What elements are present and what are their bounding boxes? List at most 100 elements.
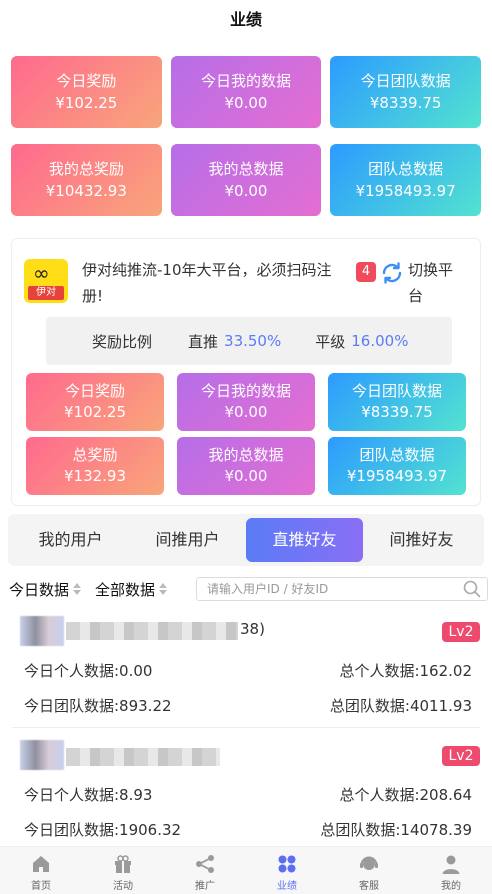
card-my-total-data[interactable]: 我的总数据 ¥0.00 (170, 144, 322, 216)
platform-card-my-total-data[interactable]: 我的总数据 ¥0.00 (177, 437, 315, 495)
card-value: ¥0.00 (224, 94, 268, 112)
personal-data-row: 今日个人数据:8.93 总个人数据:208.64 (24, 784, 472, 805)
page-title: 业绩 (229, 10, 262, 29)
user-card[interactable]: 38) Lv2 今日个人数据:0.00 总个人数据:162.02 今日团队数据:… (12, 614, 480, 728)
platform-card-total-reward[interactable]: 总奖励 ¥132.93 (26, 437, 164, 495)
nav-label: 业绩 (277, 881, 297, 892)
card-value: ¥132.93 (63, 467, 127, 485)
card-value: ¥1958493.97 (355, 182, 456, 200)
today-data-sort[interactable]: 今日数据 (9, 579, 82, 600)
filter-bar: 今日数据 全部数据 (0, 576, 492, 602)
home-icon (33, 856, 49, 872)
tab-indirect-users[interactable]: 间推用户 (129, 518, 246, 562)
personal-data-row: 今日个人数据:0.00 总个人数据:162.02 (24, 660, 472, 681)
search-box (196, 577, 488, 601)
nav-label: 我的 (441, 881, 461, 892)
user-id-suffix: 38) (240, 620, 265, 638)
tab-my-users[interactable]: 我的用户 (12, 518, 129, 562)
gift-icon (115, 855, 131, 873)
card-team-total-data[interactable]: 团队总数据 ¥1958493.97 (330, 144, 481, 216)
card-value: ¥102.25 (55, 94, 118, 112)
nav-label: 活动 (113, 881, 133, 892)
sort-icon (159, 583, 168, 595)
platform-panel: ∞ 伊对 伊对纯推流-10年大平台，必须扫码注册! 4 切换平台 奖励比例 直推… (11, 238, 481, 506)
performance-page: 业绩 今日奖励 ¥102.25 今日我的数据 ¥0.00 今日团队数据 ¥833… (0, 0, 492, 894)
nav-performance[interactable]: 业绩 (246, 847, 328, 894)
level-badge: Lv2 (442, 622, 480, 642)
nav-promotion[interactable]: 推广 (164, 847, 246, 894)
ratio-label: 奖励比例 (92, 332, 153, 351)
filter-label: 今日数据 (9, 580, 70, 599)
card-value: ¥102.25 (63, 403, 127, 421)
card-value: ¥0.00 (224, 403, 268, 421)
switch-platform-button[interactable]: 切换平台 (408, 257, 456, 309)
card-title: 今日奖励 (64, 382, 125, 400)
card-title: 我的总数据 (208, 446, 284, 464)
avatar (20, 616, 64, 646)
search-icon[interactable] (463, 580, 481, 598)
today-personal-data: 今日个人数据:8.93 (24, 786, 153, 804)
performance-icon (278, 855, 296, 873)
summary-cards: 今日奖励 ¥102.25 今日我的数据 ¥0.00 今日团队数据 ¥8339.7… (0, 44, 492, 216)
card-value: ¥1958493.97 (346, 467, 448, 485)
platform-logo: ∞ 伊对 (24, 259, 68, 303)
level-badge: Lv2 (442, 746, 480, 766)
platform-card-team-total-data[interactable]: 团队总数据 ¥1958493.97 (328, 437, 466, 495)
card-today-my-data[interactable]: 今日我的数据 ¥0.00 (170, 56, 322, 128)
card-title: 今日奖励 (56, 72, 117, 90)
nav-label: 推广 (195, 881, 215, 892)
card-value: ¥10432.93 (45, 182, 127, 200)
platform-card-today-team-data[interactable]: 今日团队数据 ¥8339.75 (328, 373, 466, 431)
refresh-icon[interactable] (380, 261, 404, 285)
card-value: ¥0.00 (224, 182, 268, 200)
filter-label: 全部数据 (95, 580, 156, 599)
blurred-user-name (66, 748, 220, 766)
platform-card-today-reward[interactable]: 今日奖励 ¥102.25 (26, 373, 164, 431)
profile-icon (442, 855, 460, 874)
team-data-row: 今日团队数据:893.22 总团队数据:4011.93 (24, 695, 472, 716)
nav-home[interactable]: 首页 (0, 847, 82, 894)
card-my-total-reward[interactable]: 我的总奖励 ¥10432.93 (11, 144, 162, 216)
platform-cards: 今日奖励 ¥102.25 今日我的数据 ¥0.00 今日团队数据 ¥8339.7… (24, 373, 468, 495)
reward-ratio-bar: 奖励比例 直推 33.50% 平级 16.00% (46, 317, 452, 365)
tab-indirect-friends[interactable]: 间推好友 (363, 518, 480, 562)
today-team-data: 今日团队数据:1906.32 (24, 821, 182, 839)
peer-label: 平级 (315, 332, 346, 351)
total-personal-data: 总个人数据:162.02 (339, 662, 472, 680)
search-input[interactable] (207, 582, 463, 596)
nav-activity[interactable]: 活动 (82, 847, 164, 894)
user-tabs: 我的用户 间推用户 直推好友 间推好友 (8, 514, 484, 566)
card-title: 团队总数据 (368, 160, 444, 178)
all-data-sort[interactable]: 全部数据 (95, 579, 168, 600)
card-value: ¥8339.75 (369, 94, 442, 112)
card-title: 我的总数据 (208, 160, 284, 178)
nav-customer-service[interactable]: 客服 (328, 847, 410, 894)
platform-card-today-my-data[interactable]: 今日我的数据 ¥0.00 (177, 373, 315, 431)
nav-label: 首页 (31, 881, 51, 892)
card-today-team-data[interactable]: 今日团队数据 ¥8339.75 (330, 56, 481, 128)
card-title: 今日我的数据 (200, 72, 291, 90)
sort-icon (73, 583, 82, 595)
nav-label: 客服 (359, 881, 379, 892)
card-today-reward[interactable]: 今日奖励 ¥102.25 (11, 56, 162, 128)
platform-count-badge: 4 (356, 262, 376, 282)
card-title: 我的总奖励 (48, 160, 124, 178)
customer-service-icon (360, 856, 378, 870)
team-data-row: 今日团队数据:1906.32 总团队数据:14078.39 (24, 819, 472, 840)
infinity-heart-icon: ∞ (33, 261, 50, 285)
card-title: 总奖励 (72, 446, 118, 464)
avatar (20, 740, 64, 770)
platform-description: 伊对纯推流-10年大平台，必须扫码注册! (82, 261, 332, 305)
card-title: 团队总数据 (359, 446, 435, 464)
peer-pct: 16.00% (351, 332, 409, 350)
direct-pct: 33.50% (224, 332, 282, 350)
user-card[interactable]: Lv2 今日个人数据:8.93 总个人数据:208.64 今日团队数据:1906… (12, 728, 480, 850)
direct-label: 直推 (188, 332, 219, 351)
card-value: ¥8339.75 (361, 403, 433, 421)
nav-profile[interactable]: 我的 (410, 847, 492, 894)
logo-text: 伊对 (28, 286, 64, 300)
card-title: 今日团队数据 (360, 72, 451, 90)
tab-direct-friends[interactable]: 直推好友 (246, 518, 363, 562)
total-team-data: 总团队数据:14078.39 (320, 821, 472, 839)
share-icon (196, 855, 214, 873)
